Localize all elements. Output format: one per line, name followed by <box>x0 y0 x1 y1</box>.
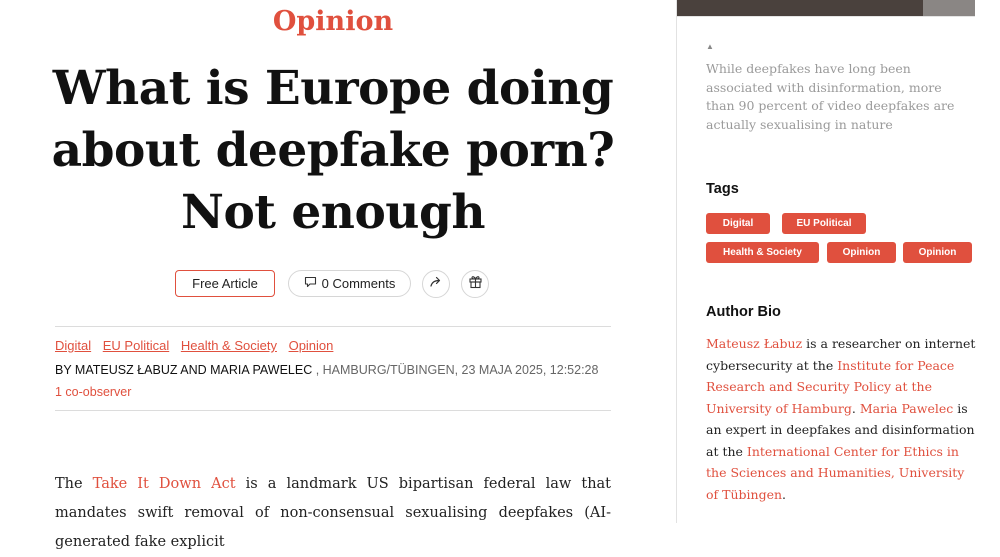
divider <box>55 326 611 327</box>
tag-link-opinion[interactable]: Opinion <box>289 338 334 353</box>
divider <box>677 16 975 17</box>
divider <box>55 410 611 411</box>
free-article-label: Free Article <box>192 276 258 291</box>
comments-label: 0 Comments <box>321 276 396 291</box>
tag-link-eu-political[interactable]: EU Political <box>103 338 169 353</box>
caret-up-icon: ▲ <box>706 42 714 51</box>
article-headline: What is Europe doing about deepfake porn… <box>51 61 615 240</box>
tag-link-health-society[interactable]: Health & Society <box>181 338 277 353</box>
sidebar: ▲ While deepfakes have long been associa… <box>676 0 1000 523</box>
byline-authors[interactable]: BY MATEUSZ ŁABUZ AND MARIA PAWELEC <box>55 363 312 377</box>
article-category[interactable]: Opinion <box>0 6 666 37</box>
author-link-mateusz-labuz[interactable]: Mateusz Łabuz <box>706 336 802 351</box>
gift-icon <box>468 274 483 294</box>
tag-chip-opinion[interactable]: Opinion <box>827 242 896 263</box>
tag-chip-digital[interactable]: Digital <box>706 213 770 234</box>
comments-button[interactable]: 0 Comments <box>288 270 411 297</box>
tag-chip-health-society[interactable]: Health & Society <box>706 242 819 263</box>
author-bio: Mateusz Łabuz is a researcher on interne… <box>706 333 976 505</box>
article-tag-links: Digital EU Political Health & Society Op… <box>55 338 341 353</box>
tag-chip-opinion[interactable]: Opinion <box>903 242 972 263</box>
tags-heading: Tags <box>706 181 739 197</box>
bio-text: . <box>851 400 860 416</box>
image-caption: While deepfakes have long been associate… <box>706 61 955 132</box>
author-bio-heading: Author Bio <box>706 304 781 320</box>
tag-link-digital[interactable]: Digital <box>55 338 91 353</box>
co-observer-link[interactable]: 1 co-observer <box>55 385 131 399</box>
article-main: Opinion What is Europe doing about deepf… <box>0 0 676 550</box>
take-it-down-act-link[interactable]: Take It Down Act <box>93 476 236 492</box>
article-body-paragraph: The Take It Down Act is a landmark US bi… <box>55 470 611 557</box>
share-button[interactable] <box>422 270 450 298</box>
share-icon <box>429 275 443 294</box>
bio-text: . <box>782 486 786 502</box>
byline: BY MATEUSZ ŁABUZ AND MARIA PAWELEC , HAM… <box>55 363 598 377</box>
comment-icon <box>304 276 317 291</box>
free-article-button[interactable]: Free Article <box>175 270 275 297</box>
tag-chip-eu-political[interactable]: EU Political <box>782 213 866 234</box>
byline-location-date: , HAMBURG/TÜBINGEN, 23 MAJA 2025, 12:52:… <box>312 363 599 377</box>
article-image-edge <box>923 0 975 16</box>
body-text: The <box>55 476 93 492</box>
gift-button[interactable] <box>461 270 489 298</box>
author-link-maria-pawelec[interactable]: Maria Pawelec <box>860 401 953 416</box>
